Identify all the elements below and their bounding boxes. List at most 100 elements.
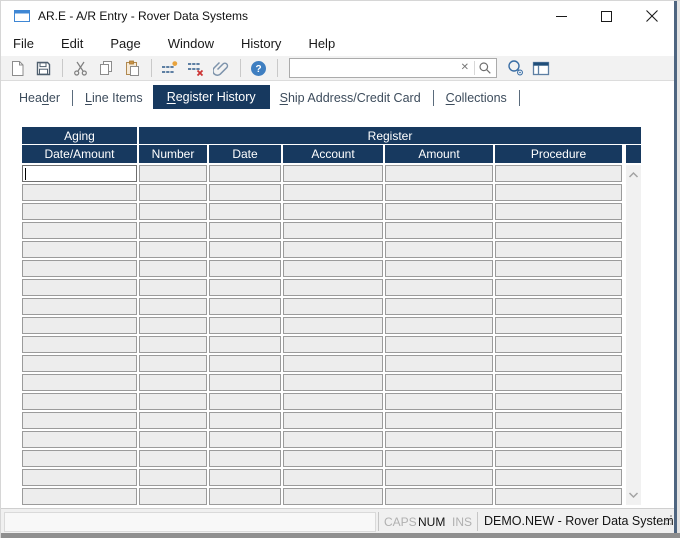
tab-line-items[interactable]: Line Items: [75, 88, 153, 109]
grid-cell-date[interactable]: [209, 298, 281, 315]
grid-cell-amount[interactable]: [385, 241, 493, 258]
insert-rows-button[interactable]: [157, 57, 181, 79]
grid-cell-number[interactable]: [139, 336, 207, 353]
window-layout-button[interactable]: [529, 57, 553, 79]
grid-cell-procedure[interactable]: [495, 412, 622, 429]
grid-cell-date-amount[interactable]: [22, 450, 137, 467]
paste-button[interactable]: [120, 57, 144, 79]
grid-cell-number[interactable]: [139, 393, 207, 410]
grid-cell-amount[interactable]: [385, 431, 493, 448]
grid-cell-procedure[interactable]: [495, 393, 622, 410]
column-header-number[interactable]: Number: [139, 145, 207, 163]
grid-cell-date[interactable]: [209, 374, 281, 391]
grid-cell-amount[interactable]: [385, 260, 493, 277]
grid-cell-account[interactable]: [283, 222, 383, 239]
new-document-button[interactable]: [5, 57, 29, 79]
clear-search-icon[interactable]: ✕: [457, 60, 473, 76]
grid-cell-date-amount[interactable]: [22, 241, 137, 258]
maximize-button[interactable]: [584, 1, 629, 31]
search-icon[interactable]: [476, 61, 494, 75]
grid-cell-account[interactable]: [283, 165, 383, 182]
grid-cell-amount[interactable]: [385, 412, 493, 429]
grid-cell-procedure[interactable]: [495, 184, 622, 201]
advanced-search-button[interactable]: [503, 57, 527, 79]
scroll-down-button[interactable]: [626, 487, 641, 503]
attachment-button[interactable]: [209, 57, 233, 79]
delete-rows-button[interactable]: [183, 57, 207, 79]
grid-cell-account[interactable]: [283, 298, 383, 315]
grid-cell-amount[interactable]: [385, 184, 493, 201]
grid-cell-account[interactable]: [283, 336, 383, 353]
grid-cell-date[interactable]: [209, 450, 281, 467]
grid-cell-date[interactable]: [209, 431, 281, 448]
grid-cell-account[interactable]: [283, 279, 383, 296]
grid-cell-amount[interactable]: [385, 336, 493, 353]
grid-cell-date[interactable]: [209, 241, 281, 258]
column-header-date[interactable]: Date: [209, 145, 281, 163]
grid-cell-procedure[interactable]: [495, 336, 622, 353]
grid-cell-account[interactable]: [283, 260, 383, 277]
cut-button[interactable]: [68, 57, 92, 79]
grid-cell-number[interactable]: [139, 412, 207, 429]
grid-cell-procedure[interactable]: [495, 241, 622, 258]
grid-cell-procedure[interactable]: [495, 317, 622, 334]
grid-cell-number[interactable]: [139, 222, 207, 239]
grid-cell-procedure[interactable]: [495, 355, 622, 372]
grid-cell-date-amount[interactable]: [22, 393, 137, 410]
grid-cell-number[interactable]: [139, 203, 207, 220]
grid-cell-number[interactable]: [139, 241, 207, 258]
grid-cell-number[interactable]: [139, 355, 207, 372]
grid-cell-amount[interactable]: [385, 469, 493, 486]
grid-cell-date-amount[interactable]: [22, 165, 137, 182]
grid-cell-account[interactable]: [283, 450, 383, 467]
grid-cell-amount[interactable]: [385, 298, 493, 315]
grid-cell-account[interactable]: [283, 488, 383, 505]
grid-cell-account[interactable]: [283, 374, 383, 391]
grid-cell-date-amount[interactable]: [22, 184, 137, 201]
grid-cell-account[interactable]: [283, 203, 383, 220]
grid-cell-date[interactable]: [209, 165, 281, 182]
grid-cell-procedure[interactable]: [495, 488, 622, 505]
column-header-date-amount[interactable]: Date/Amount: [22, 145, 137, 163]
menu-page[interactable]: Page: [110, 36, 140, 51]
menu-file[interactable]: File: [13, 36, 34, 51]
grid-cell-amount[interactable]: [385, 393, 493, 410]
grid-cell-account[interactable]: [283, 241, 383, 258]
tab-ship-address-credit-card[interactable]: Ship Address/Credit Card: [270, 88, 431, 109]
scroll-up-button[interactable]: [626, 167, 641, 183]
grid-cell-procedure[interactable]: [495, 165, 622, 182]
grid-cell-date[interactable]: [209, 336, 281, 353]
grid-cell-number[interactable]: [139, 469, 207, 486]
grid-cell-date-amount[interactable]: [22, 431, 137, 448]
grid-cell-account[interactable]: [283, 431, 383, 448]
grid-cell-date[interactable]: [209, 488, 281, 505]
grid-cell-date-amount[interactable]: [22, 469, 137, 486]
grid-cell-date[interactable]: [209, 412, 281, 429]
grid-cell-procedure[interactable]: [495, 469, 622, 486]
grid-cell-procedure[interactable]: [495, 279, 622, 296]
grid-cell-date-amount[interactable]: [22, 298, 137, 315]
grid-cell-date-amount[interactable]: [22, 222, 137, 239]
grid-cell-number[interactable]: [139, 431, 207, 448]
grid-cell-amount[interactable]: [385, 317, 493, 334]
grid-cell-amount[interactable]: [385, 279, 493, 296]
grid-cell-number[interactable]: [139, 450, 207, 467]
grid-cell-number[interactable]: [139, 260, 207, 277]
grid-cell-date-amount[interactable]: [22, 355, 137, 372]
grid-cell-procedure[interactable]: [495, 260, 622, 277]
column-header-procedure[interactable]: Procedure: [495, 145, 622, 163]
save-button[interactable]: [31, 57, 55, 79]
grid-cell-account[interactable]: [283, 317, 383, 334]
resize-grip-icon[interactable]: [662, 513, 673, 531]
grid-cell-date[interactable]: [209, 184, 281, 201]
grid-cell-number[interactable]: [139, 279, 207, 296]
grid-cell-date-amount[interactable]: [22, 336, 137, 353]
grid-cell-date[interactable]: [209, 355, 281, 372]
tab-header[interactable]: Header: [9, 88, 70, 109]
minimize-button[interactable]: [539, 1, 584, 31]
menu-edit[interactable]: Edit: [61, 36, 83, 51]
grid-cell-date[interactable]: [209, 393, 281, 410]
grid-cell-procedure[interactable]: [495, 298, 622, 315]
grid-cell-procedure[interactable]: [495, 222, 622, 239]
grid-cell-procedure[interactable]: [495, 450, 622, 467]
